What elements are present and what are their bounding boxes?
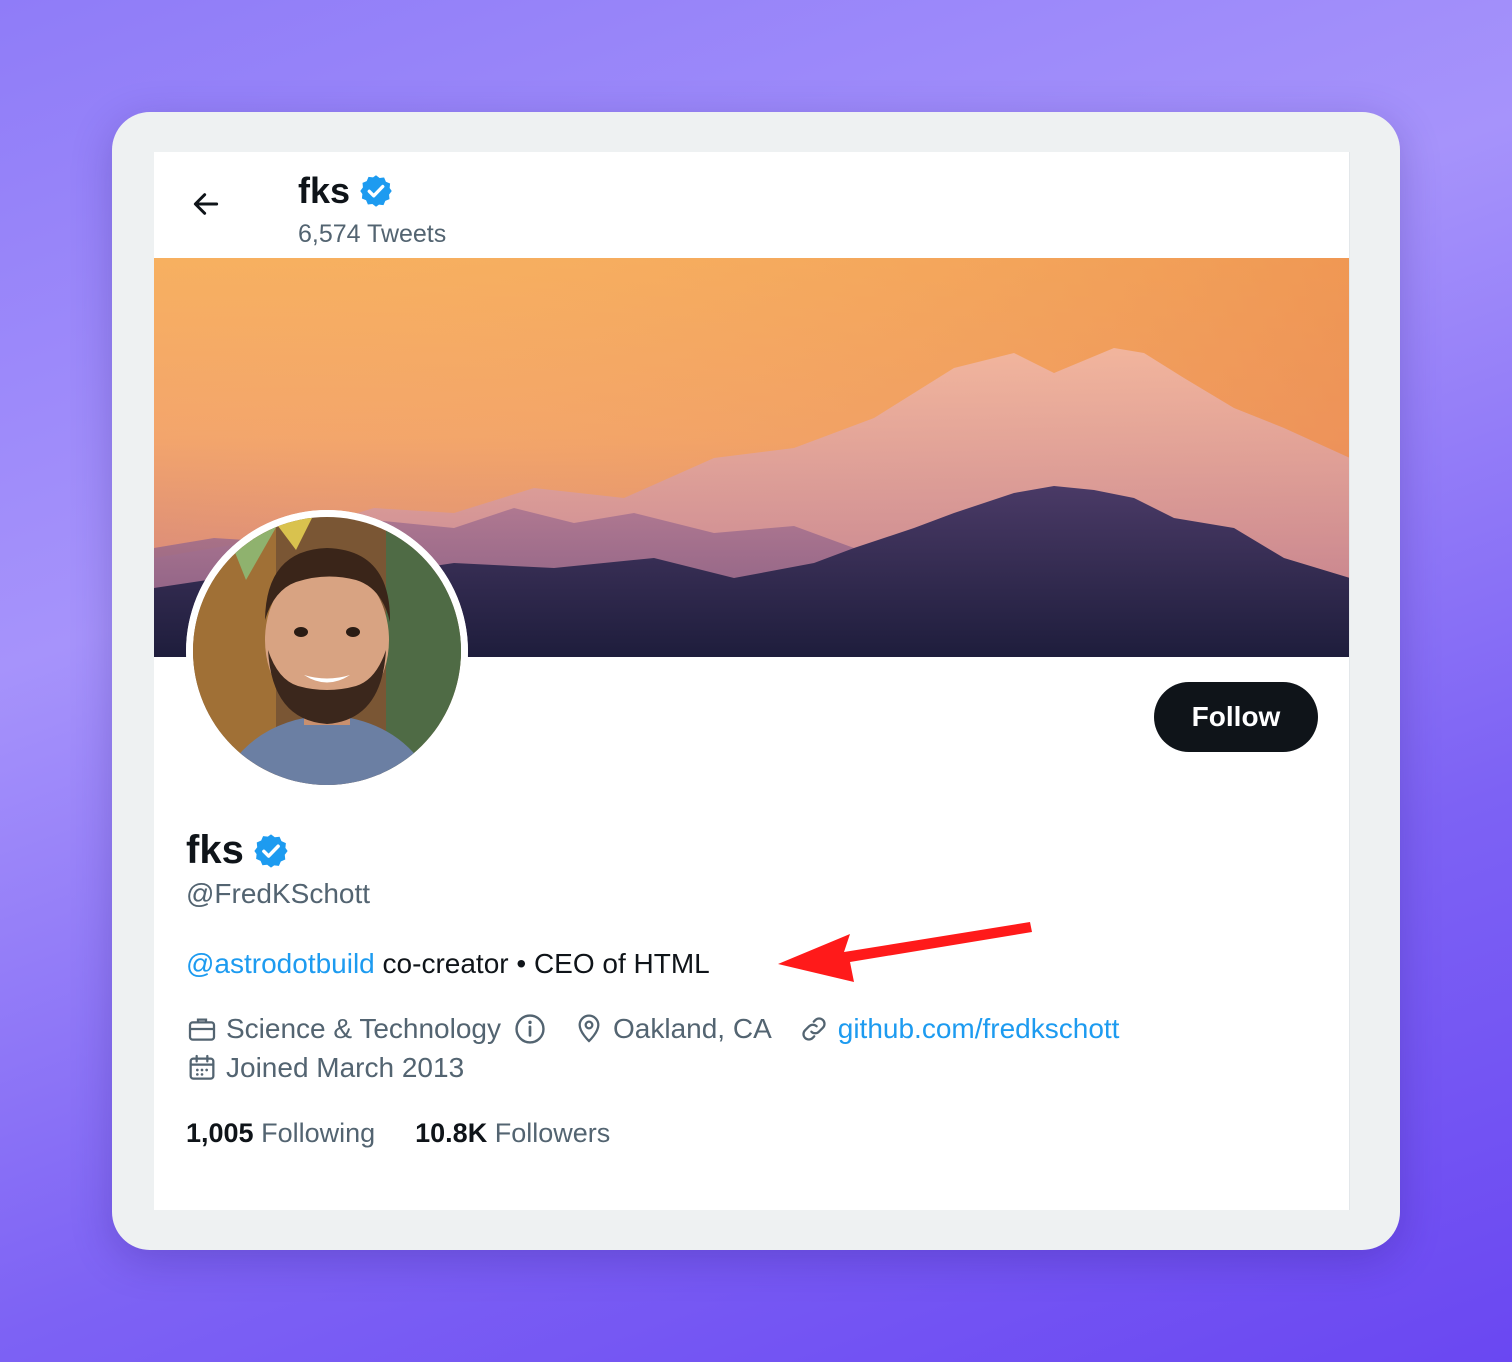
verified-badge-icon xyxy=(254,833,288,868)
follow-button[interactable]: Follow xyxy=(1154,682,1318,752)
following-stat[interactable]: 1,005 Following xyxy=(186,1118,375,1149)
category-item: Science & Technology xyxy=(186,1012,547,1046)
location-item: Oakland, CA xyxy=(573,1013,772,1045)
bio-text: co-creator • CEO of HTML xyxy=(374,948,710,979)
profile-handle: @FredKSchott xyxy=(186,878,371,909)
profile-card: fks 6,574 Tweets Follow fks @FredKSchott… xyxy=(154,152,1350,1210)
header-title: fks xyxy=(298,170,394,212)
website-link[interactable]: github.com/fredkschott xyxy=(838,1013,1120,1045)
annotation-arrow xyxy=(770,918,1036,988)
profile-display-name: fks xyxy=(186,828,290,873)
following-count: 1,005 xyxy=(186,1118,254,1148)
joined-item: Joined March 2013 xyxy=(186,1052,464,1084)
back-button[interactable] xyxy=(182,180,230,228)
profile-stats: 1,005 Following 10.8K Followers xyxy=(186,1118,610,1149)
calendar-icon xyxy=(189,1054,215,1080)
tweets-count: 6,574 Tweets xyxy=(298,220,447,248)
location-pin-icon xyxy=(578,1014,600,1043)
verified-badge-icon xyxy=(360,175,392,207)
profile-joined-row: Joined March 2013 xyxy=(186,1052,490,1084)
location-label: Oakland, CA xyxy=(613,1013,772,1044)
screenshot-frame: fks 6,574 Tweets Follow fks @FredKSchott… xyxy=(112,112,1400,1250)
website-item: github.com/fredkschott xyxy=(798,1013,1120,1045)
profile-meta-row: Science & Technology Oakland, CA github.… xyxy=(186,1012,1145,1046)
following-label: Following xyxy=(253,1118,376,1148)
profile-bio: @astrodotbuild co-creator • CEO of HTML xyxy=(186,948,710,980)
link-icon xyxy=(802,1017,826,1041)
followers-label: Followers xyxy=(487,1118,611,1148)
briefcase-icon xyxy=(188,1018,216,1041)
followers-count: 10.8K xyxy=(415,1118,488,1148)
followers-stat[interactable]: 10.8K Followers xyxy=(415,1118,610,1149)
avatar-photo xyxy=(186,510,468,792)
arrow-left-icon xyxy=(193,193,219,215)
info-icon[interactable] xyxy=(513,1012,547,1046)
display-name-text: fks xyxy=(186,828,244,872)
profile-avatar[interactable] xyxy=(186,510,468,792)
header-name-text: fks xyxy=(298,170,351,211)
bio-mention-link[interactable]: @astrodotbuild xyxy=(186,948,375,979)
joined-label: Joined March 2013 xyxy=(226,1052,465,1083)
category-label: Science & Technology xyxy=(226,1013,501,1044)
